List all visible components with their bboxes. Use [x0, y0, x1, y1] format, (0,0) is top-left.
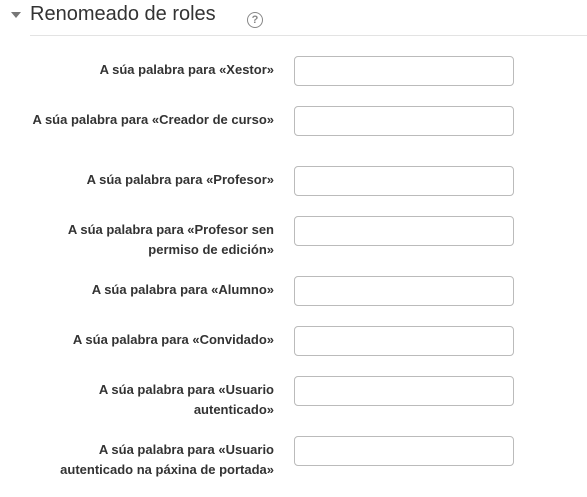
- field-label-alumno: A súa palabra para «Alumno»: [91, 282, 274, 297]
- field-label-usuario-autenticado-portada: A súa palabra para «Usuario autenticado …: [60, 442, 274, 477]
- field-label-creador-de-curso: A súa palabra para «Creador de curso»: [32, 112, 274, 127]
- form-row-convidado: A súa palabra para «Convidado»: [0, 326, 587, 376]
- field-label-profesor: A súa palabra para «Profesor»: [86, 172, 274, 187]
- help-icon[interactable]: ?: [247, 12, 263, 28]
- form-row-creador-de-curso: A súa palabra para «Creador de curso»: [0, 106, 587, 156]
- field-label-profesor-sen-permiso: A súa palabra para «Profesor sen permiso…: [67, 222, 274, 257]
- role-rename-input-profesor-sen-permiso[interactable]: [294, 216, 514, 246]
- form-row-usuario-autenticado: A súa palabra para «Usuario autenticado»: [0, 376, 587, 426]
- form-row-alumno: A súa palabra para «Alumno»: [0, 276, 587, 326]
- field-label-xestor: A súa palabra para «Xestor»: [99, 62, 274, 77]
- role-rename-input-usuario-autenticado-portada[interactable]: [294, 436, 514, 466]
- section-divider: [30, 35, 587, 36]
- role-rename-input-convidado[interactable]: [294, 326, 514, 356]
- role-rename-input-xestor[interactable]: [294, 56, 514, 86]
- form-row-profesor-sen-permiso: A súa palabra para «Profesor sen permiso…: [0, 216, 587, 266]
- section-title[interactable]: Renomeado de roles: [30, 3, 216, 26]
- form-row-profesor: A súa palabra para «Profesor»: [0, 166, 587, 216]
- role-rename-input-usuario-autenticado[interactable]: [294, 376, 514, 406]
- role-rename-input-creador-de-curso[interactable]: [294, 106, 514, 136]
- role-rename-input-profesor[interactable]: [294, 166, 514, 196]
- role-rename-input-alumno[interactable]: [294, 276, 514, 306]
- chevron-down-icon[interactable]: [11, 12, 21, 18]
- form-row-usuario-autenticado-portada: A súa palabra para «Usuario autenticado …: [0, 436, 587, 486]
- section-header: Renomeado de roles ?: [0, 0, 587, 36]
- field-label-usuario-autenticado: A súa palabra para «Usuario autenticado»: [98, 382, 274, 417]
- form-row-xestor: A súa palabra para «Xestor»: [0, 56, 587, 106]
- field-label-convidado: A súa palabra para «Convidado»: [72, 332, 274, 347]
